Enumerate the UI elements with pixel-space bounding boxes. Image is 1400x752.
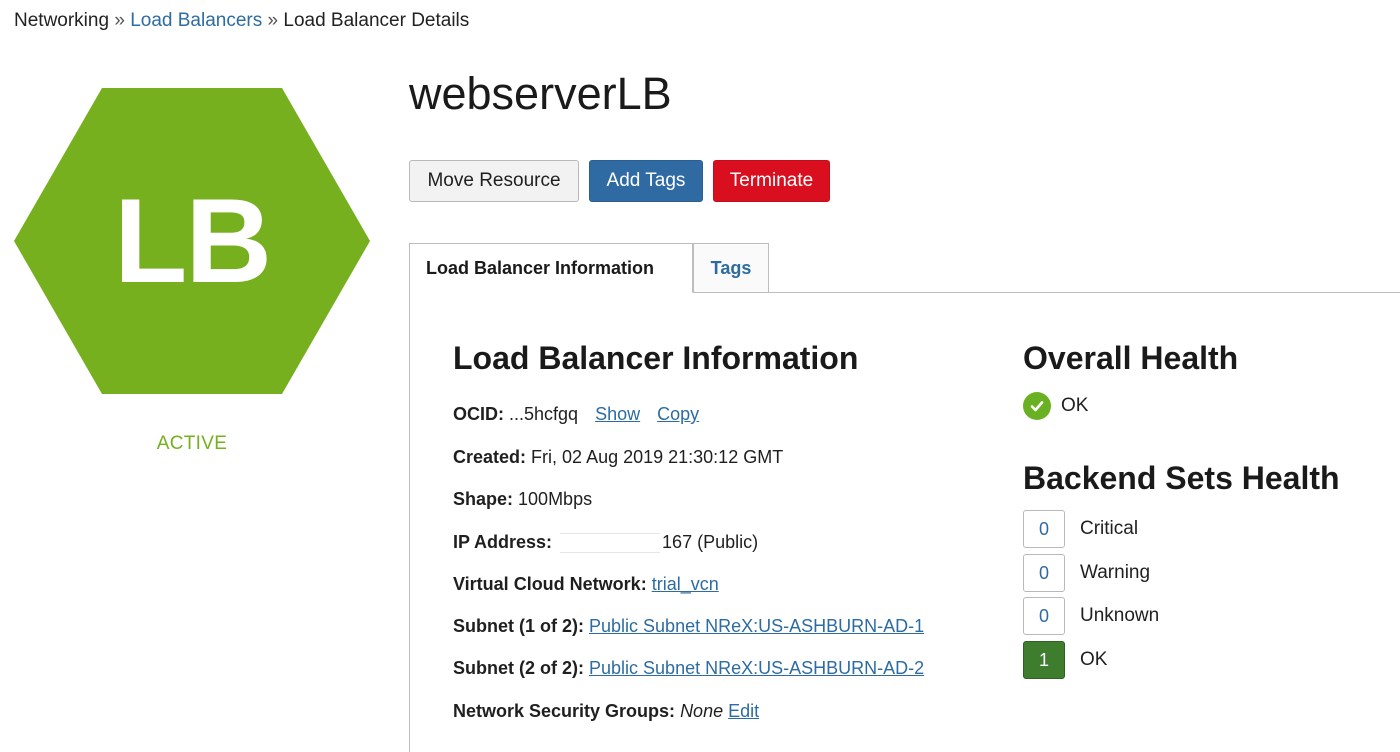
created-value: Fri, 02 Aug 2019 21:30:12 GMT (531, 447, 784, 467)
ocid-value: ...5hcfgq (509, 404, 579, 424)
ip-row: IP Address: 167 (Public) (453, 532, 759, 554)
ocid-copy-link[interactable]: Copy (657, 404, 699, 424)
breadcrumb-separator: » (267, 10, 279, 31)
backend-critical-count[interactable]: 0 (1023, 510, 1065, 548)
redacted-ip-block (560, 533, 661, 554)
backend-ok-label: OK (1080, 649, 1108, 670)
panel-border (409, 292, 410, 752)
info-heading: Load Balancer Information (453, 340, 859, 376)
backend-warning-label: Warning (1080, 562, 1151, 583)
nsg-edit-link[interactable]: Edit (728, 701, 759, 721)
resource-badge: LB (14, 88, 370, 394)
backend-warning-row[interactable]: 0 Warning (1023, 554, 1150, 592)
ocid-label: OCID: (453, 404, 504, 424)
ocid-row: OCID: ...5hcfgq Show Copy (453, 404, 699, 425)
breadcrumb: Networking » Load Balancers » Load Balan… (14, 10, 469, 32)
breadcrumb-networking: Networking (14, 10, 110, 31)
subnet1-link[interactable]: Public Subnet NReX:US-ASHBURN-AD-1 (589, 616, 924, 636)
resource-state: ACTIVE (156, 433, 228, 454)
vcn-row: Virtual Cloud Network: trial_vcn (453, 574, 719, 595)
terminate-button[interactable]: Terminate (713, 160, 830, 202)
nsg-label: Network Security Groups: (453, 701, 676, 721)
backend-critical-row[interactable]: 0 Critical (1023, 510, 1138, 548)
overall-health-status: OK (1023, 392, 1088, 420)
breadcrumb-current: Load Balancer Details (283, 10, 470, 31)
subnet2-row: Subnet (2 of 2): Public Subnet NReX:US-A… (453, 658, 924, 679)
overall-health-text: OK (1061, 395, 1089, 416)
ip-value: 167 (Public) (662, 532, 759, 552)
vcn-label: Virtual Cloud Network: (453, 574, 647, 594)
tab-divider (692, 292, 1400, 293)
breadcrumb-separator: » (114, 10, 125, 31)
backend-ok-row[interactable]: 1 OK (1023, 641, 1107, 679)
ocid-show-link[interactable]: Show (595, 404, 640, 424)
nsg-value: None (680, 701, 724, 721)
subnet1-label: Subnet (1 of 2): (453, 616, 584, 636)
shape-value: 100Mbps (518, 489, 593, 509)
shape-row: Shape: 100Mbps (453, 489, 592, 510)
tab-tags[interactable]: Tags (693, 243, 769, 293)
move-resource-button[interactable]: Move Resource (409, 160, 579, 202)
backend-ok-count[interactable]: 1 (1023, 641, 1065, 679)
subnet1-row: Subnet (1 of 2): Public Subnet NReX:US-A… (453, 616, 924, 637)
backend-sets-health-heading: Backend Sets Health (1023, 460, 1340, 496)
vcn-link[interactable]: trial_vcn (652, 574, 719, 594)
backend-unknown-row[interactable]: 0 Unknown (1023, 597, 1159, 635)
shape-label: Shape: (453, 489, 514, 509)
created-label: Created: (453, 447, 527, 467)
backend-critical-label: Critical (1080, 518, 1139, 539)
page-title: webserverLB (409, 68, 672, 119)
nsg-row: Network Security Groups: None Edit (453, 701, 759, 722)
created-row: Created: Fri, 02 Aug 2019 21:30:12 GMT (453, 447, 783, 468)
backend-unknown-count[interactable]: 0 (1023, 597, 1065, 635)
subnet2-link[interactable]: Public Subnet NReX:US-ASHBURN-AD-2 (589, 658, 924, 678)
backend-warning-count[interactable]: 0 (1023, 554, 1065, 592)
check-circle-icon (1023, 392, 1051, 420)
add-tags-button[interactable]: Add Tags (589, 160, 703, 202)
ip-label: IP Address: (453, 532, 553, 552)
overall-health-heading: Overall Health (1023, 340, 1239, 376)
tab-load-balancer-information[interactable]: Load Balancer Information (409, 243, 693, 293)
badge-text: LB (114, 174, 272, 308)
backend-unknown-label: Unknown (1080, 605, 1160, 626)
breadcrumb-load-balancers-link[interactable]: Load Balancers (130, 10, 262, 31)
subnet2-label: Subnet (2 of 2): (453, 658, 584, 678)
